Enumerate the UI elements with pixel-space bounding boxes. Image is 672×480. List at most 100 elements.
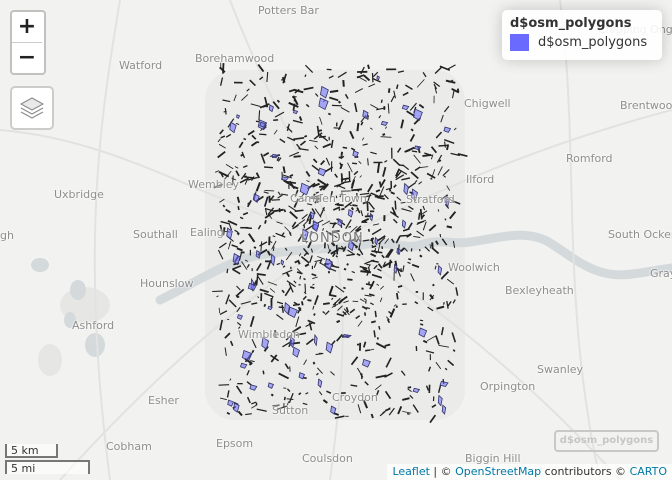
osm-polygon[interactable] xyxy=(439,233,442,238)
osm-polygon[interactable] xyxy=(286,398,294,400)
osm-polygon[interactable] xyxy=(367,64,371,70)
osm-polygon[interactable] xyxy=(322,302,330,305)
osm-polygon[interactable] xyxy=(278,208,281,213)
osm-polygon[interactable] xyxy=(338,247,344,250)
osm-polygon[interactable] xyxy=(374,310,377,318)
osm-polygon[interactable] xyxy=(253,246,257,249)
osm-polygon[interactable] xyxy=(236,114,241,119)
osm-polygon[interactable] xyxy=(419,323,424,326)
osm-polygon[interactable] xyxy=(258,110,261,121)
osm-polygon[interactable] xyxy=(262,370,265,375)
osm-polygon[interactable] xyxy=(367,158,369,166)
osm-polygon[interactable] xyxy=(340,151,344,156)
osm-polygon[interactable] xyxy=(387,88,391,93)
osm-polygon[interactable] xyxy=(333,127,341,129)
osm-polygon[interactable] xyxy=(356,122,360,132)
osm-polygon[interactable] xyxy=(417,212,421,220)
osm-polygon[interactable] xyxy=(400,201,406,204)
osm-polygon[interactable] xyxy=(360,270,372,274)
osm-polygon[interactable] xyxy=(370,413,374,419)
osm-polygon[interactable] xyxy=(410,128,414,132)
osm-polygon[interactable] xyxy=(237,206,240,211)
osm-polygon[interactable] xyxy=(342,146,348,149)
osm-polygon[interactable] xyxy=(264,189,275,192)
osm-polygon[interactable] xyxy=(292,96,297,98)
carto-link[interactable]: CARTO xyxy=(630,465,667,478)
osm-polygon[interactable] xyxy=(438,159,442,163)
osm-polygon[interactable] xyxy=(394,200,397,210)
osm-polygon[interactable] xyxy=(283,396,286,401)
osm-polygon[interactable] xyxy=(370,320,376,324)
osm-polygon[interactable] xyxy=(342,286,346,290)
osm-polygon[interactable] xyxy=(259,133,267,136)
osm-polygon[interactable] xyxy=(243,137,247,141)
osm-polygon[interactable] xyxy=(263,303,267,308)
osm-polygon[interactable] xyxy=(318,129,323,132)
osm-polygon[interactable] xyxy=(376,337,379,340)
osm-polygon[interactable] xyxy=(337,100,342,104)
osm-polygon[interactable] xyxy=(329,89,339,93)
osm-polygon[interactable] xyxy=(218,384,230,386)
osm-polygon[interactable] xyxy=(283,209,287,213)
zoom-out-button[interactable]: − xyxy=(12,42,42,73)
osm-polygon[interactable] xyxy=(347,278,353,281)
osm-polygon[interactable] xyxy=(407,386,412,389)
osm-polygon[interactable] xyxy=(303,277,306,281)
osm-polygon[interactable] xyxy=(264,166,274,169)
osm-polygon[interactable] xyxy=(380,99,383,103)
osm-polygon[interactable] xyxy=(443,301,445,305)
osm-polygon[interactable] xyxy=(342,80,345,87)
osm-polygon[interactable] xyxy=(361,287,364,290)
osm-polygon[interactable] xyxy=(336,319,341,324)
osm-polygon[interactable] xyxy=(223,110,227,113)
osm-polygon[interactable] xyxy=(419,319,424,322)
osm-polygon[interactable] xyxy=(313,313,316,316)
osm-polygon[interactable] xyxy=(395,292,399,300)
osm-polygon[interactable] xyxy=(303,135,308,138)
osm-polygon[interactable] xyxy=(335,244,339,255)
osm-polygon[interactable] xyxy=(290,130,293,133)
osm-polygon[interactable] xyxy=(406,413,410,415)
osm-polygon[interactable] xyxy=(432,283,435,287)
osm-polygon[interactable] xyxy=(438,144,448,147)
osm-polygon[interactable] xyxy=(373,330,376,338)
osm-polygon[interactable] xyxy=(293,155,301,158)
osm-polygon[interactable] xyxy=(282,166,286,174)
osm-polygon[interactable] xyxy=(364,312,367,316)
osm-polygon[interactable] xyxy=(226,268,229,274)
osm-polygon[interactable] xyxy=(237,232,240,236)
osm-polygon[interactable] xyxy=(267,305,273,311)
osm-polygon[interactable] xyxy=(293,109,299,115)
osm-polygon[interactable] xyxy=(264,219,267,224)
leaflet-link[interactable]: Leaflet xyxy=(392,465,429,478)
osm-polygon[interactable] xyxy=(280,259,285,266)
osm-polygon[interactable] xyxy=(352,162,358,165)
osm-polygon[interactable] xyxy=(312,361,316,365)
osm-polygon[interactable] xyxy=(367,228,371,232)
osm-polygon[interactable] xyxy=(293,99,296,102)
osm-polygon[interactable] xyxy=(399,234,411,237)
osm-polygon[interactable] xyxy=(429,178,433,180)
osm-polygon[interactable] xyxy=(256,273,266,276)
osm-polygon[interactable] xyxy=(366,263,371,266)
osm-polygon[interactable] xyxy=(378,325,381,330)
osm-polygon[interactable] xyxy=(341,207,345,211)
osm-polygon[interactable] xyxy=(335,255,339,258)
osm-polygon[interactable] xyxy=(343,267,347,271)
osm-polygon[interactable] xyxy=(301,301,304,306)
osm-polygon[interactable] xyxy=(338,155,343,159)
osm-polygon[interactable] xyxy=(299,275,302,280)
osm-polygon[interactable] xyxy=(346,263,349,266)
osm-polygon[interactable] xyxy=(395,305,398,308)
osm-polygon[interactable] xyxy=(382,133,386,136)
map-canvas[interactable]: Potters Bar Borehamwood Watford Chigwell Bre… xyxy=(0,0,672,480)
osm-polygon[interactable] xyxy=(395,84,399,90)
osm-polygon[interactable] xyxy=(351,188,362,192)
osm-polygon[interactable] xyxy=(281,305,284,313)
layers-control-button[interactable] xyxy=(10,86,54,130)
osm-polygon[interactable] xyxy=(411,150,418,153)
osm-polygon[interactable] xyxy=(270,393,274,397)
osm-polygon[interactable] xyxy=(352,204,358,207)
osm-polygon[interactable] xyxy=(436,263,439,265)
osm-polygon[interactable] xyxy=(327,112,331,116)
